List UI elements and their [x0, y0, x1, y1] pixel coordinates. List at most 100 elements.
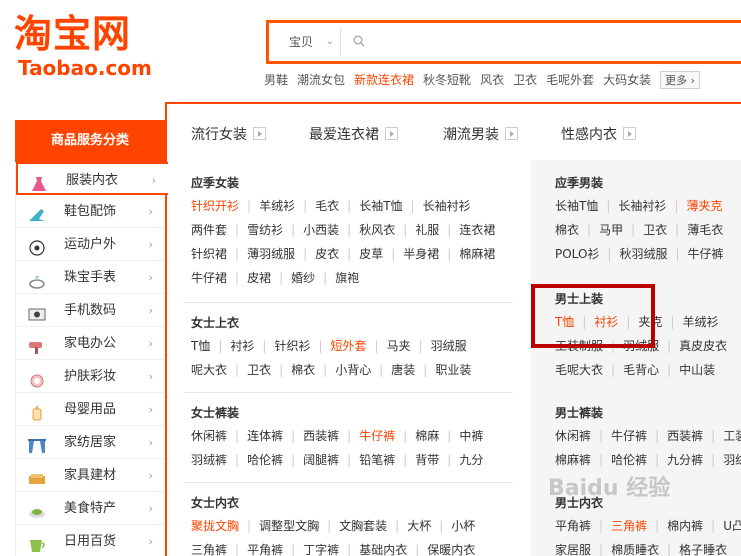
- category-link[interactable]: 牛仔裤: [611, 424, 647, 448]
- category-link[interactable]: 卫衣: [643, 218, 667, 242]
- sidebar-item-12[interactable]: 日用百货 ›: [16, 525, 165, 556]
- category-link[interactable]: 秋羽绒服: [619, 242, 667, 266]
- category-link[interactable]: 唐装: [391, 358, 415, 382]
- sidebar-item-11[interactable]: 美食特产 ›: [16, 492, 165, 525]
- category-link[interactable]: 长袖衬衫: [618, 194, 666, 218]
- category-link[interactable]: 小杯: [451, 514, 475, 538]
- sidebar-item-7[interactable]: 护肤彩妆 ›: [16, 360, 165, 393]
- hotword-link[interactable]: 毛呢外套: [546, 71, 594, 88]
- category-link[interactable]: 两件套: [191, 218, 227, 242]
- category-link[interactable]: 针织裙: [191, 242, 227, 266]
- category-link[interactable]: 马甲: [599, 218, 623, 242]
- category-link[interactable]: 职业装: [435, 358, 471, 382]
- taobao-logo[interactable]: 淘宝网 Taobao.com: [14, 12, 164, 84]
- category-link[interactable]: 羊绒衫: [259, 194, 295, 218]
- hotword-link[interactable]: 新款连衣裙: [354, 71, 414, 88]
- category-link[interactable]: 毛衣: [315, 194, 339, 218]
- category-link[interactable]: 皮衣: [315, 242, 339, 266]
- category-link[interactable]: 皮裙: [247, 266, 271, 290]
- category-link[interactable]: 小西装: [303, 218, 339, 242]
- category-link[interactable]: 雪纺衫: [247, 218, 283, 242]
- tab-4[interactable]: 性感内衣: [561, 124, 636, 144]
- category-link[interactable]: 基础内衣: [359, 538, 407, 556]
- category-link[interactable]: U凸内: [723, 514, 741, 538]
- category-link[interactable]: 毛背心: [623, 358, 659, 382]
- category-link[interactable]: 棉质睡衣: [611, 538, 659, 556]
- sidebar-item-9[interactable]: 家纺居家 ›: [16, 426, 165, 459]
- sidebar-item-3[interactable]: 运动户外 ›: [16, 228, 165, 261]
- category-link[interactable]: 牛仔裙: [191, 266, 227, 290]
- category-link[interactable]: 大杯: [407, 514, 431, 538]
- category-link[interactable]: 连体裤: [247, 424, 283, 448]
- hotword-link[interactable]: 风衣: [480, 71, 504, 88]
- category-link[interactable]: 格子睡衣: [679, 538, 727, 556]
- category-link[interactable]: 马夹: [387, 334, 411, 358]
- category-link[interactable]: 薄羽绒服: [247, 242, 295, 266]
- category-link[interactable]: 羊绒衫: [683, 310, 719, 334]
- category-link[interactable]: 针织衫: [274, 334, 310, 358]
- category-link[interactable]: 棉麻: [415, 424, 439, 448]
- hotword-link[interactable]: 潮流女包: [297, 71, 345, 88]
- category-link[interactable]: 家居服: [555, 538, 591, 556]
- category-link[interactable]: 丁字裤: [303, 538, 339, 556]
- category-link[interactable]: 铅笔裤: [359, 448, 395, 472]
- category-link[interactable]: 薄毛衣: [687, 218, 723, 242]
- category-link[interactable]: 三角裤: [611, 514, 647, 538]
- category-link[interactable]: 棉麻裙: [459, 242, 495, 266]
- category-link[interactable]: POLO衫: [555, 242, 599, 266]
- hotword-link[interactable]: 秋冬短靴: [423, 71, 471, 88]
- sidebar-item-2[interactable]: 鞋包配饰 ›: [16, 195, 165, 228]
- search-input[interactable]: [373, 29, 733, 55]
- category-link[interactable]: 阔腿裤: [303, 448, 339, 472]
- sidebar-item-8[interactable]: 母婴用品 ›: [16, 393, 165, 426]
- more-hotwords-button[interactable]: 更多 ›: [660, 71, 701, 89]
- category-link[interactable]: 棉衣: [555, 218, 579, 242]
- category-link[interactable]: 工装: [723, 424, 741, 448]
- tab-2[interactable]: 最爱连衣裙: [309, 124, 398, 144]
- category-link[interactable]: 三角裤: [191, 538, 227, 556]
- category-link[interactable]: 平角裤: [555, 514, 591, 538]
- sidebar-item-1[interactable]: 服装内衣 ›: [16, 162, 168, 195]
- category-link[interactable]: 聚拢文胸: [191, 514, 239, 538]
- category-link[interactable]: 休闲裤: [191, 424, 227, 448]
- category-link[interactable]: 背带: [415, 448, 439, 472]
- category-link[interactable]: 九分: [459, 448, 483, 472]
- category-link[interactable]: 棉内裤: [667, 514, 703, 538]
- category-link[interactable]: 半身裙: [403, 242, 439, 266]
- sidebar-item-4[interactable]: 珠宝手表 ›: [16, 261, 165, 294]
- sidebar-item-10[interactable]: 家具建材 ›: [16, 459, 165, 492]
- category-link[interactable]: 衬衫: [230, 334, 254, 358]
- hotword-link[interactable]: 大码女装: [603, 71, 651, 88]
- category-link[interactable]: 羽绒服: [431, 334, 467, 358]
- category-link[interactable]: 棉麻裤: [555, 448, 591, 472]
- category-link[interactable]: 秋风衣: [359, 218, 395, 242]
- category-link[interactable]: 皮草: [359, 242, 383, 266]
- category-link[interactable]: 中裤: [459, 424, 483, 448]
- category-link[interactable]: 西装裤: [667, 424, 703, 448]
- category-link[interactable]: 牛仔裤: [688, 242, 724, 266]
- category-link[interactable]: T恤: [191, 334, 210, 358]
- category-link[interactable]: 文胸套装: [339, 514, 387, 538]
- tab-3[interactable]: 潮流男装: [443, 124, 518, 144]
- tab-1[interactable]: 流行女装: [191, 124, 266, 144]
- category-link[interactable]: 旗袍: [335, 266, 359, 290]
- category-link[interactable]: 薄夹克: [686, 194, 722, 218]
- category-link[interactable]: 羽绒: [723, 448, 741, 472]
- category-link[interactable]: 棉衣: [291, 358, 315, 382]
- category-link[interactable]: 调整型文胸: [259, 514, 319, 538]
- hotword-link[interactable]: 男鞋: [264, 71, 288, 88]
- category-link[interactable]: 针织开衫: [191, 194, 239, 218]
- category-link[interactable]: 毛呢大衣: [555, 358, 603, 382]
- category-link[interactable]: 羽绒裤: [191, 448, 227, 472]
- category-link[interactable]: 中山装: [679, 358, 715, 382]
- category-link[interactable]: 哈伦裤: [247, 448, 283, 472]
- category-link[interactable]: 礼服: [415, 218, 439, 242]
- category-link[interactable]: 长袖衬衫: [423, 194, 471, 218]
- hotword-link[interactable]: 卫衣: [513, 71, 537, 88]
- category-link[interactable]: 卫衣: [247, 358, 271, 382]
- category-link[interactable]: 休闲裤: [555, 424, 591, 448]
- search-type-select[interactable]: 宝贝 ⌄: [275, 29, 341, 55]
- category-link[interactable]: 西装裤: [303, 424, 339, 448]
- category-link[interactable]: 婚纱: [291, 266, 315, 290]
- category-link[interactable]: 长袖T恤: [359, 194, 402, 218]
